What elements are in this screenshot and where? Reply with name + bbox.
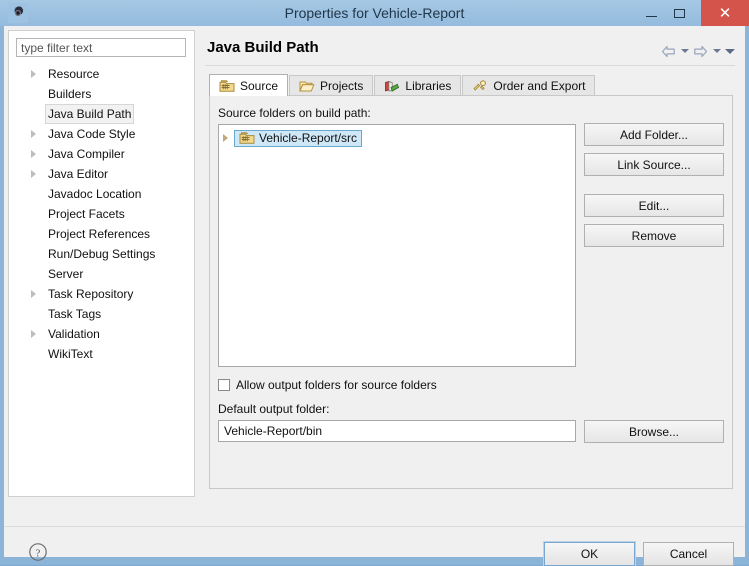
sidebar-item-label: Validation xyxy=(48,327,100,341)
allow-output-folders-label: Allow output folders for source folders xyxy=(236,378,437,392)
tab-source[interactable]: Source xyxy=(209,74,289,96)
help-question-icon[interactable]: ? xyxy=(28,542,48,562)
page-title: Java Build Path xyxy=(207,39,319,56)
page-title-divider xyxy=(205,65,735,66)
default-output-folder-input[interactable]: Vehicle-Report/bin xyxy=(218,420,576,442)
sidebar-item-java-build-path[interactable]: Java Build Path xyxy=(9,104,194,124)
tab-source-panel: Source folders on build path: Vehicle-Re… xyxy=(209,95,733,489)
sidebar-item-label: Server xyxy=(48,267,84,281)
source-entry-label: Vehicle-Report/src xyxy=(259,131,358,145)
sidebar-item-project-facets[interactable]: Project Facets xyxy=(9,204,194,224)
link-source-button[interactable]: Link Source... xyxy=(584,153,724,176)
close-button[interactable]: ✕ xyxy=(701,0,749,26)
tab-projects[interactable]: Projects xyxy=(289,75,374,96)
sidebar-item-java-compiler[interactable]: Java Compiler xyxy=(9,144,194,164)
sidebar-item-label: Java Build Path xyxy=(45,104,135,124)
properties-dialog-window: Properties for Vehicle-Report ✕ type fil… xyxy=(0,0,749,566)
expand-arrow-icon[interactable] xyxy=(31,130,36,138)
allow-output-folders-checkbox[interactable] xyxy=(218,379,230,391)
sidebar-item-label: Java Compiler xyxy=(48,147,125,161)
source-folder-icon xyxy=(219,79,235,92)
order-export-icon xyxy=(473,80,487,91)
remove-button[interactable]: Remove xyxy=(584,224,724,247)
sidebar-item-label: WikiText xyxy=(48,347,93,361)
sidebar-item-resource[interactable]: Resource xyxy=(9,64,194,84)
forward-history-chevron-down-icon[interactable] xyxy=(711,43,722,59)
minimize-button[interactable] xyxy=(637,0,665,26)
sidebar-item-label: Run/Debug Settings xyxy=(48,247,156,261)
maximize-button[interactable] xyxy=(665,0,693,26)
edit-button[interactable]: Edit... xyxy=(584,194,724,217)
tab-libraries[interactable]: Libraries xyxy=(374,75,462,96)
sidebar-item-label: Task Repository xyxy=(48,287,134,301)
sidebar-item-label: Javadoc Location xyxy=(48,187,142,201)
sidebar-item-project-references[interactable]: Project References xyxy=(9,224,194,244)
dialog-client-area: type filter text Resource Builders Java Bu… xyxy=(4,26,745,566)
sidebar-item-label: Java Code Style xyxy=(48,127,136,141)
tab-label: Projects xyxy=(320,79,364,93)
sidebar-item-server[interactable]: Server xyxy=(9,264,194,284)
view-menu-chevron-down-icon[interactable] xyxy=(724,43,735,59)
source-entry-selected[interactable]: Vehicle-Report/src xyxy=(234,129,363,147)
source-folders-label: Source folders on build path: xyxy=(218,106,371,120)
sidebar-item-label: Resource xyxy=(48,67,100,81)
sidebar-item-java-editor[interactable]: Java Editor xyxy=(9,164,194,184)
settings-tree: Resource Builders Java Build Path Java Code… xyxy=(9,64,194,364)
sidebar-item-run-debug-settings[interactable]: Run/Debug Settings xyxy=(9,244,194,264)
sidebar-item-label: Builders xyxy=(48,87,92,101)
sidebar-item-wikitext[interactable]: WikiText xyxy=(9,344,194,364)
build-path-tabfolder: Source Projects Libraries Order and Export … xyxy=(209,74,733,489)
allow-output-folders-checkbox-row[interactable]: Allow output folders for source folders xyxy=(218,378,437,392)
expand-arrow-icon[interactable] xyxy=(31,330,36,338)
add-folder-button[interactable]: Add Folder... xyxy=(584,123,724,146)
expand-arrow-icon[interactable] xyxy=(31,70,36,78)
sidebar-item-javadoc-location[interactable]: Javadoc Location xyxy=(9,184,194,204)
sidebar-item-label: Project Facets xyxy=(48,207,125,221)
page-navigation xyxy=(660,42,735,60)
expand-arrow-icon[interactable] xyxy=(31,170,36,178)
sidebar-item-validation[interactable]: Validation xyxy=(9,324,194,344)
sidebar-item-label: Task Tags xyxy=(48,307,102,321)
tab-label: Libraries xyxy=(405,79,452,93)
default-output-folder-label: Default output folder: xyxy=(218,402,330,416)
sidebar-item-task-repository[interactable]: Task Repository xyxy=(9,284,194,304)
tab-label: Source xyxy=(240,78,279,93)
books-icon xyxy=(385,80,400,92)
sidebar-item-label: Java Editor xyxy=(48,167,109,181)
sidebar-item-task-tags[interactable]: Task Tags xyxy=(9,304,194,324)
page-pane: Java Build Path Source Projects Libraries O… xyxy=(199,30,741,497)
tab-order-and-export[interactable]: Order and Export xyxy=(462,75,596,96)
sidebar-item-label: Project References xyxy=(48,227,151,241)
expand-arrow-icon[interactable] xyxy=(31,150,36,158)
tab-strip: Source Projects Libraries Order and Export xyxy=(209,74,596,96)
title-bar: Properties for Vehicle-Report ✕ xyxy=(0,0,749,26)
back-history-chevron-down-icon[interactable] xyxy=(679,43,690,59)
source-folder-icon xyxy=(239,132,255,144)
expand-arrow-icon[interactable] xyxy=(31,290,36,298)
open-folder-icon xyxy=(299,81,315,92)
source-folders-list[interactable]: Vehicle-Report/src xyxy=(218,124,576,367)
cancel-button[interactable]: Cancel xyxy=(643,542,734,566)
arrow-left-icon[interactable] xyxy=(660,43,677,59)
list-item[interactable]: Vehicle-Report/src xyxy=(223,129,363,147)
arrow-right-icon[interactable] xyxy=(692,43,709,59)
sidebar-item-builders[interactable]: Builders xyxy=(9,84,194,104)
tab-label: Order and Export xyxy=(493,79,586,93)
filter-input[interactable]: type filter text xyxy=(16,38,186,57)
sidebar-item-java-code-style[interactable]: Java Code Style xyxy=(9,124,194,144)
settings-tree-panel: type filter text Resource Builders Java Bu… xyxy=(8,30,195,497)
expand-arrow-icon[interactable] xyxy=(223,134,228,142)
svg-text:?: ? xyxy=(36,547,41,559)
ok-button[interactable]: OK xyxy=(543,541,636,566)
footer-divider xyxy=(4,526,745,527)
close-icon: ✕ xyxy=(718,5,732,22)
browse-button[interactable]: Browse... xyxy=(584,420,724,443)
